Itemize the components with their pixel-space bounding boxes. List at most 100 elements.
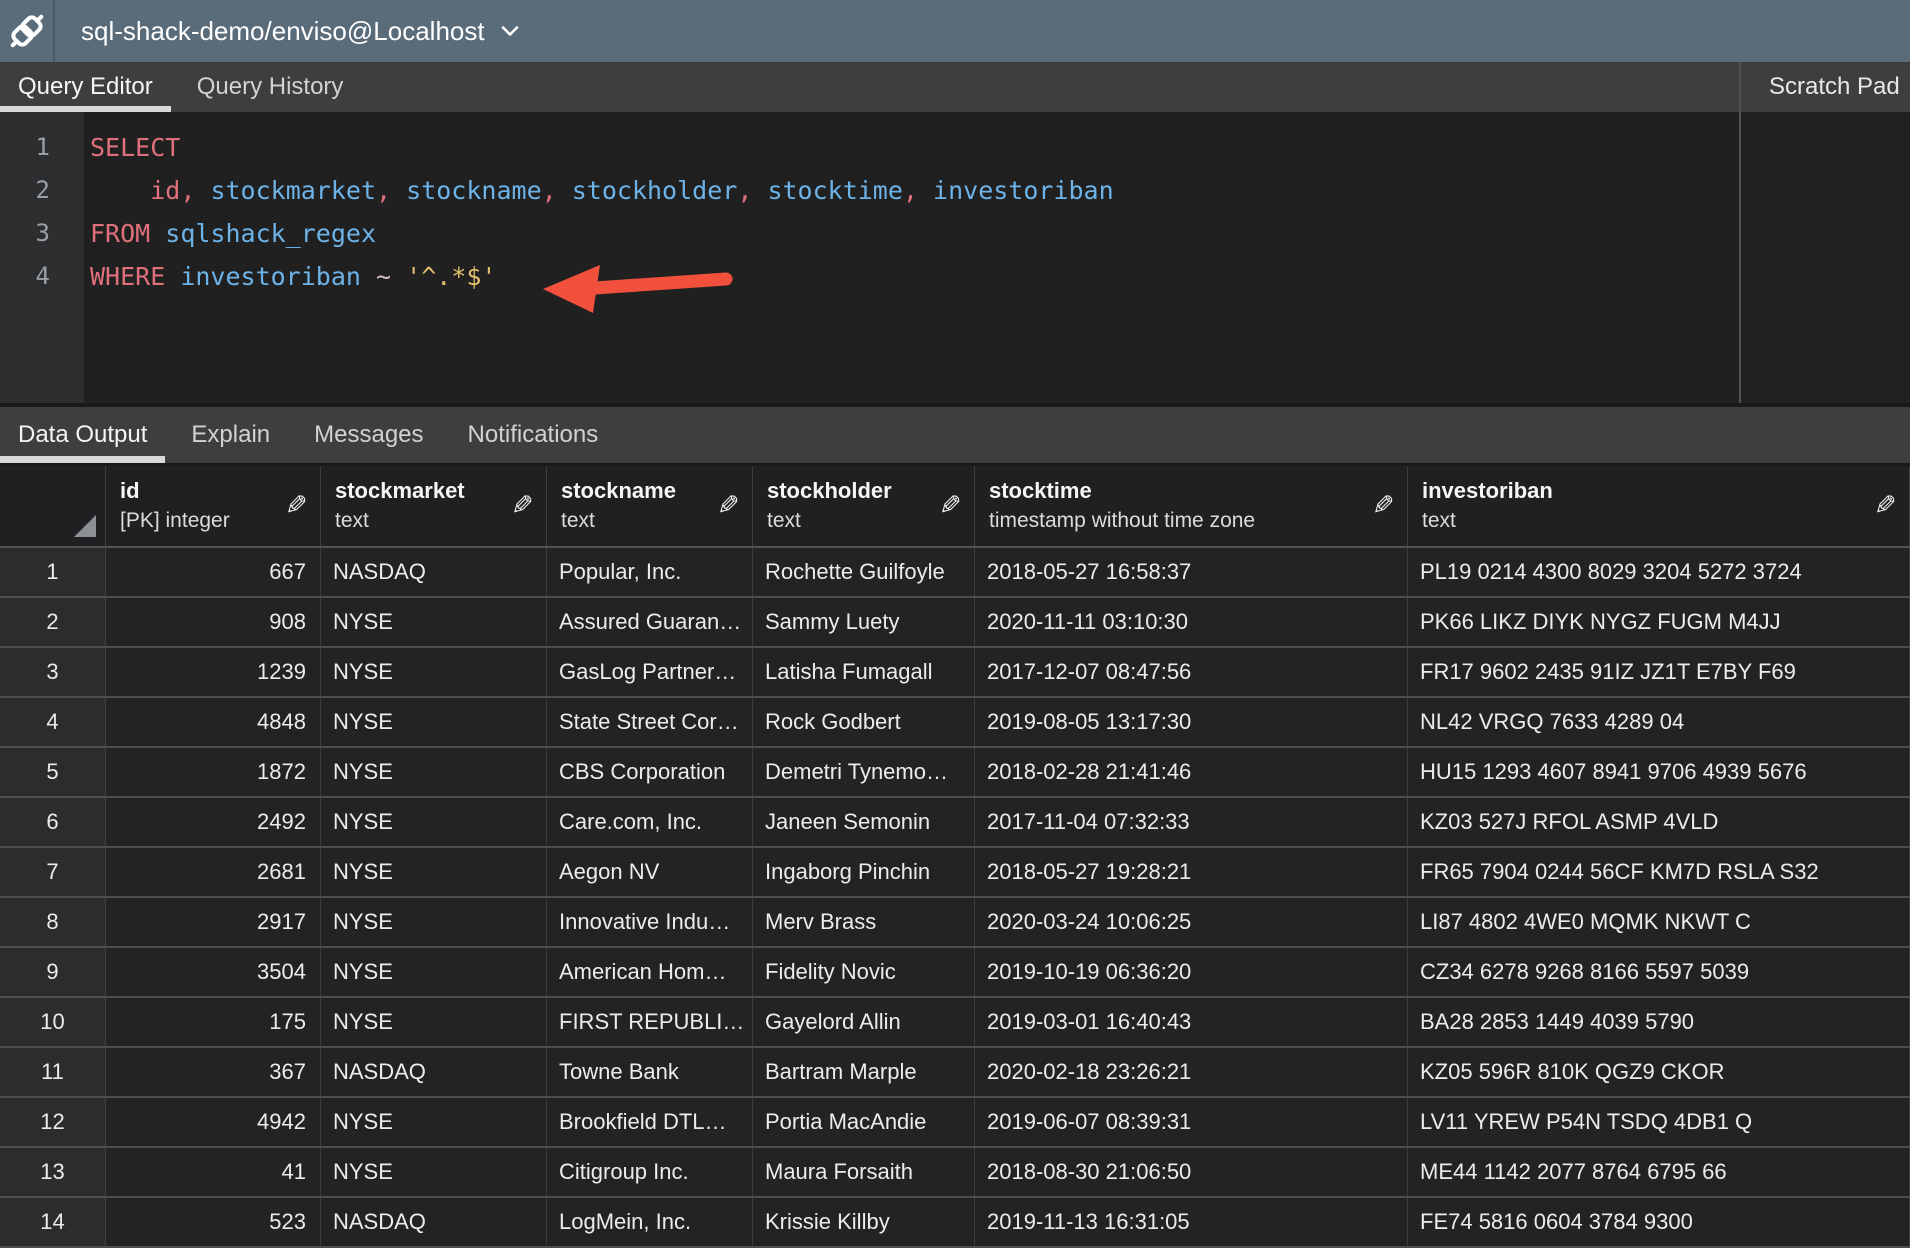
cell-stocktime[interactable]: 2018-02-28 21:41:46 [975,748,1408,796]
cell-stockholder[interactable]: Gayelord Allin [753,998,975,1046]
row-number-cell[interactable]: 9 [0,948,106,996]
cell-stockholder[interactable]: Rock Godbert [753,698,975,746]
cell-investoriban[interactable]: LV11 YREW P54N TSDQ 4DB1 Q [1408,1098,1910,1146]
column-header-id[interactable]: id[PK] integer✎ [106,466,321,546]
column-header-investoriban[interactable]: investoribantext✎ [1408,466,1910,546]
cell-investoriban[interactable]: FR65 7904 0244 56CF KM7D RSLA S32 [1408,848,1910,896]
cell-stockholder[interactable]: Demetri Tynemo… [753,748,975,796]
cell-stockmarket[interactable]: NYSE [321,898,547,946]
pencil-icon[interactable]: ✎ [1372,491,1395,522]
column-header-stockname[interactable]: stocknametext✎ [547,466,753,546]
cell-stockmarket[interactable]: NYSE [321,1098,547,1146]
sql-code-lines[interactable]: SELECT id, stockmarket, stockname, stock… [84,112,1739,403]
cell-stockmarket[interactable]: NYSE [321,598,547,646]
panel-divider[interactable] [1739,112,1741,403]
row-number-cell[interactable]: 8 [0,898,106,946]
cell-stocktime[interactable]: 2019-08-05 13:17:30 [975,698,1408,746]
cell-id[interactable]: 2492 [106,798,321,846]
cell-stocktime[interactable]: 2020-11-11 03:10:30 [975,598,1408,646]
cell-stockname[interactable]: State Street Cor… [547,698,753,746]
cell-stockmarket[interactable]: NASDAQ [321,1198,547,1246]
cell-investoriban[interactable]: BA28 2853 1449 4039 5790 [1408,998,1910,1046]
cell-stockname[interactable]: Brookfield DTL… [547,1098,753,1146]
cell-stockmarket[interactable]: NYSE [321,848,547,896]
row-number-cell[interactable]: 2 [0,598,106,646]
cell-investoriban[interactable]: HU15 1293 4607 8941 9706 4939 5676 [1408,748,1910,796]
cell-id[interactable]: 2681 [106,848,321,896]
column-header-stockholder[interactable]: stockholdertext✎ [753,466,975,546]
cell-investoriban[interactable]: NL42 VRGQ 7633 4289 04 [1408,698,1910,746]
cell-stocktime[interactable]: 2020-02-18 23:26:21 [975,1048,1408,1096]
cell-investoriban[interactable]: LI87 4802 4WE0 MQMK NKWT C [1408,898,1910,946]
cell-stocktime[interactable]: 2020-03-24 10:06:25 [975,898,1408,946]
cell-stockname[interactable]: FIRST REPUBLI… [547,998,753,1046]
cell-investoriban[interactable]: KZ03 527J RFOL ASMP 4VLD [1408,798,1910,846]
corner-triangle-icon[interactable] [74,515,96,537]
cell-stockmarket[interactable]: NYSE [321,698,547,746]
row-number-cell[interactable]: 6 [0,798,106,846]
pencil-icon[interactable]: ✎ [939,491,962,522]
scratch-pad-content[interactable] [1739,112,1910,403]
cell-stockmarket[interactable]: NYSE [321,998,547,1046]
cell-id[interactable]: 1239 [106,648,321,696]
cell-stockname[interactable]: Assured Guaran… [547,598,753,646]
cell-id[interactable]: 3504 [106,948,321,996]
cell-stockholder[interactable]: Sammy Luety [753,598,975,646]
row-number-cell[interactable]: 1 [0,548,106,596]
row-number-cell[interactable]: 3 [0,648,106,696]
cell-stockname[interactable]: Popular, Inc. [547,548,753,596]
column-header-stockmarket[interactable]: stockmarkettext✎ [321,466,547,546]
cell-stockname[interactable]: Innovative Indu… [547,898,753,946]
cell-stocktime[interactable]: 2019-06-07 08:39:31 [975,1098,1408,1146]
cell-id[interactable]: 175 [106,998,321,1046]
cell-stocktime[interactable]: 2018-05-27 16:58:37 [975,548,1408,596]
row-number-cell[interactable]: 12 [0,1098,106,1146]
cell-investoriban[interactable]: PK66 LIKZ DIYK NYGZ FUGM M4JJ [1408,598,1910,646]
cell-investoriban[interactable]: ME44 1142 2077 8764 6795 66 [1408,1148,1910,1196]
cell-id[interactable]: 523 [106,1198,321,1246]
cell-stocktime[interactable]: 2019-11-13 16:31:05 [975,1198,1408,1246]
cell-stocktime[interactable]: 2019-03-01 16:40:43 [975,998,1408,1046]
cell-investoriban[interactable]: FR17 9602 2435 91IZ JZ1T E7BY F69 [1408,648,1910,696]
tab-query-history[interactable]: Query History [179,62,362,112]
tab-explain[interactable]: Explain [173,407,288,463]
tab-messages[interactable]: Messages [296,407,441,463]
cell-stockholder[interactable]: Latisha Fumagall [753,648,975,696]
tab-data-output[interactable]: Data Output [0,407,165,463]
cell-id[interactable]: 908 [106,598,321,646]
row-number-cell[interactable]: 14 [0,1198,106,1246]
select-all-header-cell[interactable] [0,466,106,546]
cell-stockmarket[interactable]: NASDAQ [321,1048,547,1096]
cell-stockmarket[interactable]: NYSE [321,798,547,846]
scratch-pad-header[interactable]: Scratch Pad [1739,62,1910,112]
cell-id[interactable]: 667 [106,548,321,596]
cell-stockholder[interactable]: Ingaborg Pinchin [753,848,975,896]
cell-id[interactable]: 4942 [106,1098,321,1146]
row-number-cell[interactable]: 10 [0,998,106,1046]
pencil-icon[interactable]: ✎ [717,491,740,522]
cell-stockholder[interactable]: Bartram Marple [753,1048,975,1096]
cell-stockholder[interactable]: Maura Forsaith [753,1148,975,1196]
cell-stockmarket[interactable]: NYSE [321,948,547,996]
connection-selector[interactable]: sql-shack-demo/enviso@Localhost [55,16,519,47]
cell-id[interactable]: 367 [106,1048,321,1096]
cell-stockholder[interactable]: Krissie Killby [753,1198,975,1246]
cell-investoriban[interactable]: PL19 0214 4300 8029 3204 5272 3724 [1408,548,1910,596]
cell-stockmarket[interactable]: NYSE [321,648,547,696]
cell-stockname[interactable]: GasLog Partner… [547,648,753,696]
tab-notifications[interactable]: Notifications [450,407,617,463]
cell-stockholder[interactable]: Portia MacAndie [753,1098,975,1146]
cell-stockname[interactable]: Care.com, Inc. [547,798,753,846]
cell-stockname[interactable]: CBS Corporation [547,748,753,796]
pencil-icon[interactable]: ✎ [285,491,308,522]
cell-stockmarket[interactable]: NYSE [321,1148,547,1196]
cell-stockname[interactable]: Citigroup Inc. [547,1148,753,1196]
pencil-icon[interactable]: ✎ [511,491,534,522]
column-header-stocktime[interactable]: stocktimetimestamp without time zone✎ [975,466,1408,546]
cell-stockmarket[interactable]: NYSE [321,748,547,796]
row-number-cell[interactable]: 4 [0,698,106,746]
cell-stockname[interactable]: Towne Bank [547,1048,753,1096]
row-number-cell[interactable]: 11 [0,1048,106,1096]
cell-stockname[interactable]: Aegon NV [547,848,753,896]
cell-id[interactable]: 41 [106,1148,321,1196]
